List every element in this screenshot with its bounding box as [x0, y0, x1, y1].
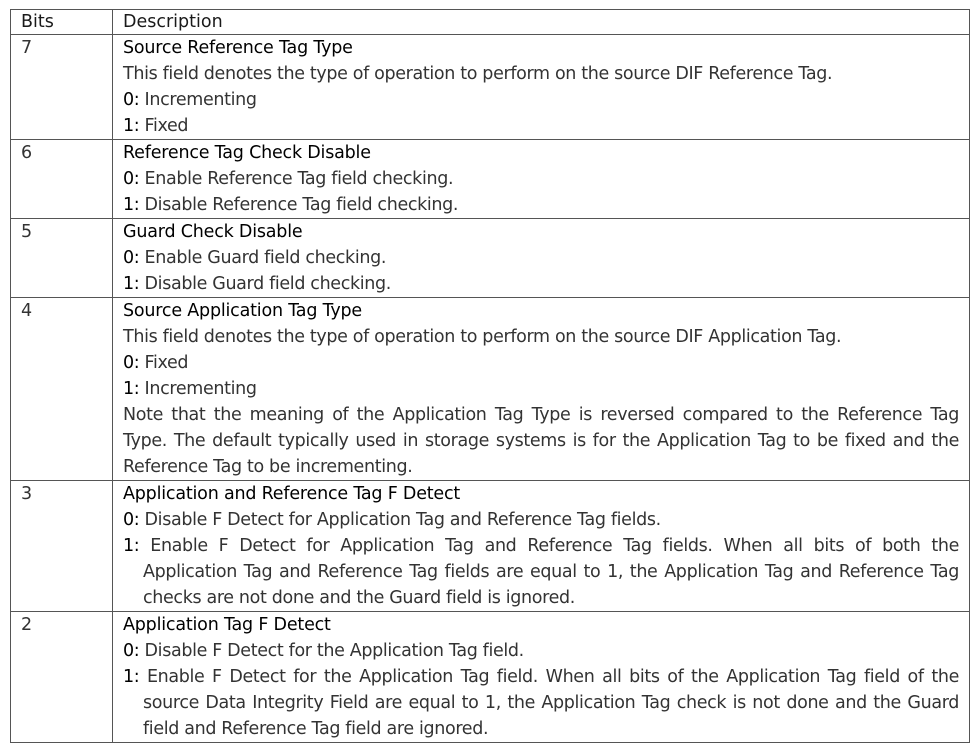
field-title: Source Reference Tag Type [123, 38, 353, 58]
option-text: Fixed [139, 353, 189, 373]
field-intro: This field denotes the type of operation… [123, 64, 833, 84]
option-1: 1: Incrementing [123, 376, 959, 402]
bit-number: 3 [10, 480, 113, 612]
option-key: 0: [123, 169, 140, 189]
option-0: 0: Disable F Detect for Application Tag … [123, 507, 959, 533]
bit-description: Application and Reference Tag F Detect 0… [112, 480, 970, 612]
option-key: 1: [123, 379, 140, 399]
option-1: 1: Fixed [123, 113, 959, 139]
option-key: 1: [123, 195, 140, 215]
bit-number: 7 [10, 34, 113, 140]
option-key: 1: [123, 667, 140, 687]
option-text: Enable F Detect for the Application Tag … [139, 667, 959, 739]
field-title: Source Application Tag Type [123, 301, 362, 321]
option-1: 1: Disable Guard field checking. [123, 271, 959, 297]
header-row: Bits Description [10, 9, 970, 35]
option-key: 1: [123, 536, 140, 556]
bit-number: 4 [10, 297, 113, 481]
option-1: 1: Enable F Detect for the Application T… [123, 664, 959, 742]
table-row: 5 Guard Check Disable 0: Enable Guard fi… [10, 218, 970, 298]
table-row: 6 Reference Tag Check Disable 0: Enable … [10, 139, 970, 219]
option-key: 0: [123, 353, 140, 373]
option-text: Incrementing [139, 90, 257, 110]
option-text: Fixed [139, 116, 189, 136]
bit-number: 2 [10, 611, 113, 743]
option-0: 0: Incrementing [123, 87, 959, 113]
field-title: Guard Check Disable [123, 222, 303, 242]
field-intro: This field denotes the type of operation… [123, 327, 842, 347]
option-text: Enable Guard field checking. [139, 248, 387, 268]
bits-column-header: Bits [10, 9, 113, 35]
option-key: 0: [123, 510, 140, 530]
field-title: Application Tag F Detect [123, 615, 331, 635]
option-key: 1: [123, 116, 140, 136]
field-title: Reference Tag Check Disable [123, 143, 371, 163]
option-0: 0: Enable Reference Tag field checking. [123, 166, 959, 192]
option-1: 1: Enable F Detect for Application Tag a… [123, 533, 959, 611]
bit-description: Application Tag F Detect 0: Disable F De… [112, 611, 970, 743]
table-row: 7 Source Reference Tag Type This field d… [10, 34, 970, 140]
bit-description: Source Application Tag Type This field d… [112, 297, 970, 481]
option-key: 0: [123, 641, 140, 661]
bit-description-table: Bits Description 7 Source Reference Tag … [10, 9, 970, 743]
table-row: 3 Application and Reference Tag F Detect… [10, 480, 970, 612]
bit-description: Reference Tag Check Disable 0: Enable Re… [112, 139, 970, 219]
option-key: 1: [123, 274, 140, 294]
option-key: 0: [123, 90, 140, 110]
field-title: Application and Reference Tag F Detect [123, 484, 461, 504]
bit-description: Guard Check Disable 0: Enable Guard fiel… [112, 218, 970, 298]
bit-number: 5 [10, 218, 113, 298]
bit-number: 6 [10, 139, 113, 219]
table-row: 2 Application Tag F Detect 0: Disable F … [10, 611, 970, 743]
table-row: 4 Source Application Tag Type This field… [10, 297, 970, 481]
option-1: 1: Disable Reference Tag field checking. [123, 192, 959, 218]
option-text: Incrementing [139, 379, 257, 399]
option-key: 0: [123, 248, 140, 268]
option-0: 0: Fixed [123, 350, 959, 376]
description-column-header: Description [112, 9, 970, 35]
option-text: Enable Reference Tag field checking. [139, 169, 454, 189]
option-0: 0: Enable Guard field checking. [123, 245, 959, 271]
field-note: Note that the meaning of the Application… [123, 405, 959, 477]
option-0: 0: Disable F Detect for the Application … [123, 638, 959, 664]
option-text: Enable F Detect for Application Tag and … [139, 536, 959, 608]
option-text: Disable F Detect for Application Tag and… [139, 510, 662, 530]
bit-description: Source Reference Tag Type This field den… [112, 34, 970, 140]
option-text: Disable F Detect for the Application Tag… [139, 641, 525, 661]
option-text: Disable Guard field checking. [139, 274, 392, 294]
option-text: Disable Reference Tag field checking. [139, 195, 459, 215]
